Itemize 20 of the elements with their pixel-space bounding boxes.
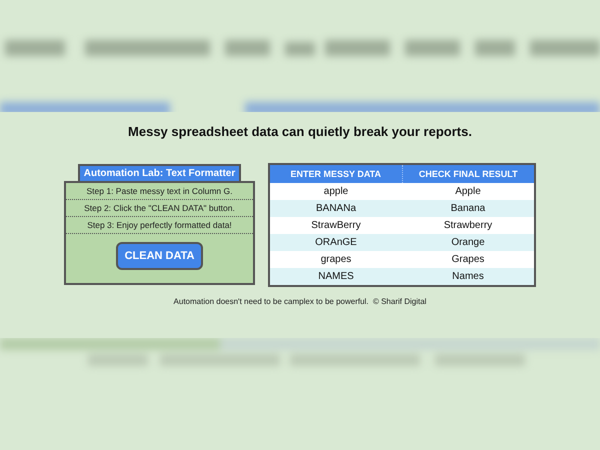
table-cell: apple [269,183,402,200]
table-cell: Grapes [402,251,535,268]
table-cell: BANANa [269,200,402,217]
table-cell: Strawberry [402,217,535,234]
step-text: Step 2: Click the "CLEAN DATA" button. [66,200,253,217]
table-cell: grapes [269,251,402,268]
column-header: CHECK FINAL RESULT [402,164,535,183]
clean-data-button[interactable]: CLEAN DATA [116,242,204,270]
column-header: ENTER MESSY DATA [269,164,402,183]
table-cell: Apple [402,183,535,200]
heading: Messy spreadsheet data can quietly break your reports. [128,124,472,139]
table-cell: NAMES [269,268,402,286]
table-cell: Banana [402,200,535,217]
table-cell: ORAnGE [269,234,402,251]
footer-text: Automation doesn't need to be camplex to be powerful. © Sharif Digital [174,297,426,306]
table-cell: Names [402,268,535,286]
step-text: Step 1: Paste messy text in Column G. [66,183,253,200]
step-text: Step 3: Enjoy perfectly formatted data! [66,217,253,234]
table-cell: StrawBerry [269,217,402,234]
table-cell: Orange [402,234,535,251]
